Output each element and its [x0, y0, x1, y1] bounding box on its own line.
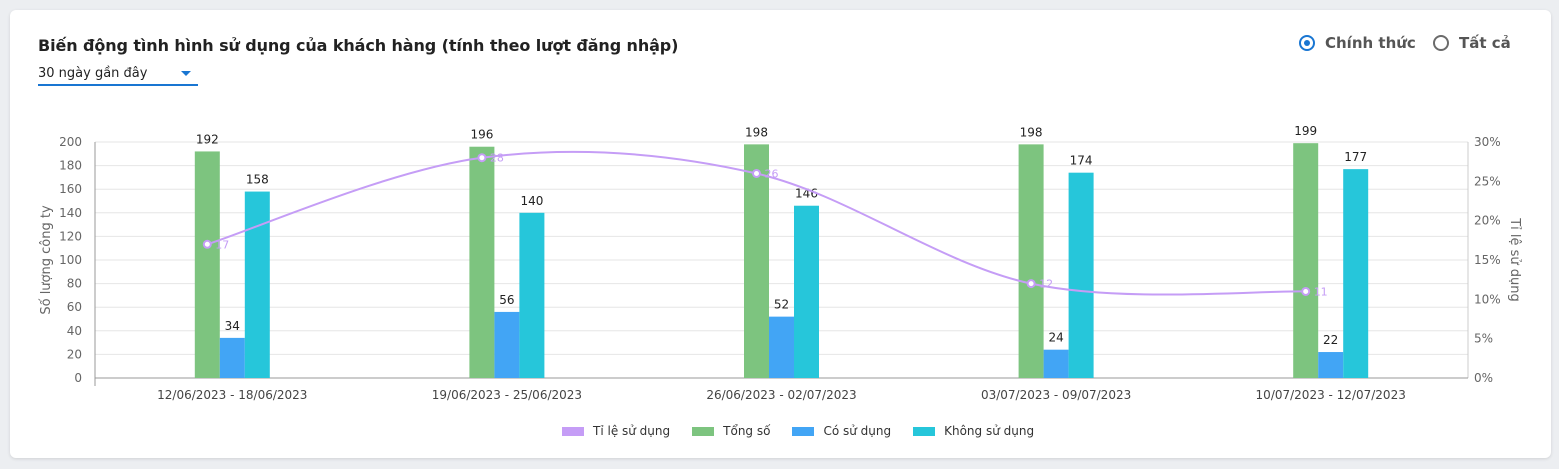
- y-right-tick-label: 10%: [1474, 292, 1501, 306]
- y-tick-label: 80: [67, 277, 82, 291]
- data-label-unused: 177: [1344, 150, 1367, 164]
- rate-point: [1301, 286, 1311, 296]
- y-tick-label: 200: [59, 135, 82, 149]
- y-tick-label: 180: [59, 159, 82, 173]
- bar-total: [194, 151, 220, 378]
- legend-label-rate: Tỉ lệ sử dụng: [593, 424, 671, 438]
- rate-point: [202, 239, 212, 249]
- bar-used: [219, 337, 245, 378]
- legend-item-rate[interactable]: Tỉ lệ sử dụng: [562, 424, 670, 438]
- y-tick-label: 60: [67, 300, 82, 314]
- bar-used: [769, 316, 794, 378]
- x-tick-label: 10/07/2023 - 12/07/2023: [1256, 388, 1406, 402]
- legend-swatch-total: [692, 426, 715, 436]
- usage-chart: 0 20 40 60 80 100 120 140 160 180 200 0% 5% 10% 15% 20%…: [39, 124, 1522, 402]
- y-tick-label: 40: [67, 324, 82, 338]
- bar-used: [494, 311, 520, 378]
- bar-unused: [244, 191, 270, 378]
- y-tick-label: 100: [59, 253, 82, 267]
- y-tick-label: 20: [67, 347, 82, 361]
- bar-total: [1293, 143, 1319, 378]
- rate-data-label: 28: [490, 152, 504, 165]
- data-label-total: 198: [745, 125, 768, 139]
- chart-legend: Tỉ lệ sử dụng Tổng số Có sử dụng Không s…: [562, 424, 1056, 438]
- data-label-used: 24: [1048, 331, 1063, 345]
- bar-used: [1043, 349, 1069, 378]
- rate-data-label: 26: [765, 167, 779, 180]
- y-axis-title: Số lượng công ty: [39, 205, 54, 315]
- rate-point: [752, 168, 761, 178]
- x-tick-label: 19/06/2023 - 25/06/2023: [432, 388, 582, 402]
- bar-total: [1018, 144, 1044, 378]
- y-right-axis-title: Tỉ lệ sử dụng: [1507, 217, 1522, 302]
- y-tick-label: 120: [59, 229, 82, 243]
- data-label-unused: 174: [1070, 154, 1093, 168]
- chart-card: Biến động tình hình sử dụng của khách hà…: [10, 10, 1551, 458]
- y-tick-label: 140: [59, 206, 82, 220]
- legend-item-used[interactable]: Có sử dụng: [792, 424, 891, 438]
- data-label-total: 198: [1020, 125, 1043, 139]
- y-right-tick-label: 25%: [1474, 174, 1501, 188]
- y-tick-label: 0: [74, 371, 82, 385]
- bar-unused: [1068, 172, 1094, 378]
- legend-item-total[interactable]: Tổng số: [692, 424, 770, 438]
- legend-item-unused[interactable]: Không sử dụng: [913, 424, 1034, 438]
- bar-unused: [1343, 169, 1369, 378]
- legend-swatch-rate: [562, 426, 584, 436]
- data-label-used: 34: [225, 319, 240, 333]
- data-label-used: 56: [499, 293, 514, 307]
- y-tick-label: 160: [59, 182, 82, 196]
- y-right-tick-label: 20%: [1474, 214, 1501, 228]
- legend-swatch-used: [792, 426, 815, 436]
- data-label-unused: 140: [520, 194, 543, 208]
- data-label-total: 192: [196, 132, 219, 146]
- rate-data-label: 11: [1314, 285, 1328, 298]
- legend-label-unused: Không sử dụng: [944, 424, 1035, 438]
- bar-total: [469, 146, 495, 378]
- data-label-unused: 158: [246, 173, 269, 187]
- bar-unused: [519, 212, 545, 378]
- y-right-tick-label: 30%: [1474, 135, 1501, 149]
- y-right-tick-label: 5%: [1474, 332, 1493, 346]
- data-label-total: 196: [470, 128, 493, 142]
- bar-used: [1318, 352, 1344, 378]
- x-tick-label: 03/07/2023 - 09/07/2023: [981, 388, 1131, 402]
- y-right-tick-label: 15%: [1474, 253, 1501, 267]
- y-right-tick-label: 0%: [1474, 371, 1493, 385]
- rate-point: [1026, 279, 1036, 289]
- data-label-total: 199: [1294, 124, 1317, 138]
- x-tick-label: 12/06/2023 - 18/06/2023: [157, 388, 307, 402]
- legend-swatch-unused: [913, 426, 936, 436]
- rate-point: [477, 153, 487, 163]
- data-label-used: 22: [1323, 333, 1338, 347]
- rate-data-label: 12: [1039, 278, 1053, 291]
- x-tick-label: 26/06/2023 - 02/07/2023: [706, 388, 856, 402]
- legend-label-total: Tổng số: [723, 424, 771, 438]
- data-label-used: 52: [774, 298, 789, 312]
- rate-data-label: 17: [215, 238, 229, 251]
- legend-label-used: Có sử dụng: [823, 424, 892, 438]
- bar-unused: [794, 205, 819, 378]
